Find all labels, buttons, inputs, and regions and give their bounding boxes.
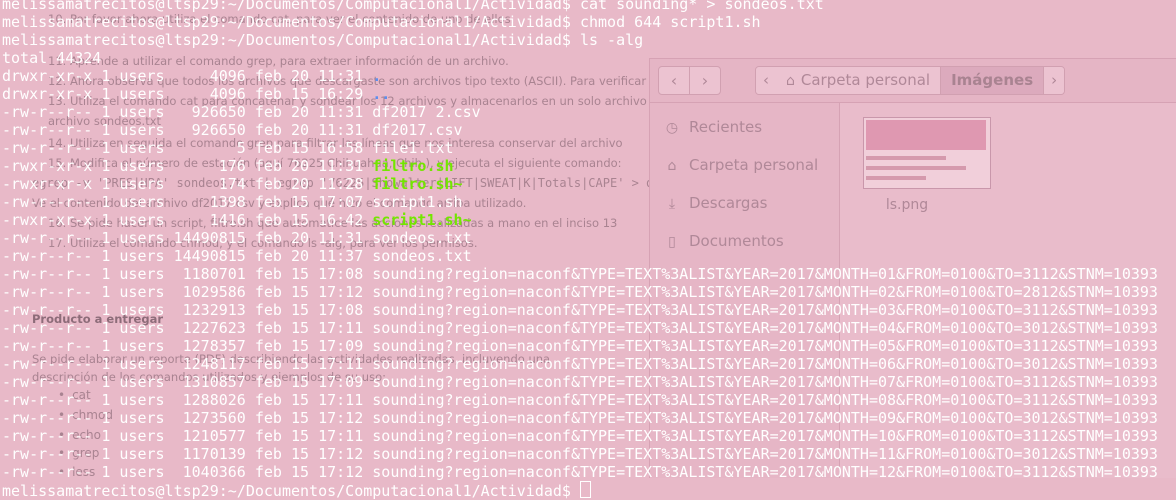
terminal-line: drwxr-xr-x 1 users 4096 feb 20 11:31 . [2,67,381,85]
terminal-line: melissamatrecitos@ltsp29:~/Documentos/Co… [2,0,824,13]
terminal-line-text: melissamatrecitos@ltsp29:~/Documentos/Co… [2,31,644,49]
terminal-line-text: -rw-r--r-- 1 users 1029586 feb 15 17:12 … [2,283,1158,301]
terminal-output[interactable]: melissamatrecitos@ltsp29:~/Documentos/Co… [0,0,1176,500]
terminal-line: melissamatrecitos@ltsp29:~/Documentos/Co… [2,31,643,49]
terminal-line-text: total 44324 [2,49,102,67]
terminal-line-text: -rw-r--r-- 1 users 1398 feb 15 17:07 scr… [2,193,463,211]
terminal-line: -rw-r--r-- 1 users 1227623 feb 15 17:11 … [2,319,1158,337]
executable-file-name: filtro.sh [372,157,454,175]
terminal-line-text: -rw-r--r-- 1 users 5 feb 15 16:58 file1.… [2,139,454,157]
terminal-line: -rw-r--r-- 1 users 1210577 feb 15 17:11 … [2,427,1158,445]
terminal-line-text: -rwxr-xr-x 1 users 174 feb 20 11:28 [2,175,373,193]
executable-file-name: filtro.sh~ [372,175,463,193]
terminal-line-text: -rw-r--r-- 1 users 1310857 feb 15 17:09 … [2,373,1158,391]
terminal-line: -rw-r--r-- 1 users 1029586 feb 15 17:12 … [2,283,1158,301]
terminal-line-text: melissamatrecitos@ltsp29:~/Documentos/Co… [2,13,761,31]
terminal-line-text: -rw-r--r-- 1 users 1227623 feb 15 17:11 … [2,319,1158,337]
terminal-line: -rwxr-xr-x 1 users 176 feb 20 11:31 filt… [2,157,454,175]
terminal-line-text: melissamatrecitos@ltsp29:~/Documentos/Co… [2,482,580,500]
terminal-line: -rw-r--r-- 1 users 14490815 feb 20 11:31… [2,229,472,247]
terminal-line: -rw-r--r-- 1 users 1310857 feb 15 17:09 … [2,373,1158,391]
terminal-line-text: -rwxr-xr-x 1 users 1416 feb 15 16:42 [2,211,373,229]
terminal-line: -rw-r--r-- 1 users 14490815 feb 20 11:37… [2,247,472,265]
terminal-line: drwxr-xr-x 1 users 4096 feb 15 16:29 .. [2,85,390,103]
terminal-line-text: -rw-r--r-- 1 users 14490815 feb 20 11:37… [2,247,472,265]
terminal-cursor [579,481,591,498]
terminal-line: -rw-r--r-- 1 users 1180701 feb 15 17:08 … [2,265,1158,283]
executable-file-name: script1.sh~ [372,211,472,229]
terminal-line-text: -rwxr-xr-x 1 users 176 feb 20 11:31 [2,157,373,175]
terminal-prompt-line: melissamatrecitos@ltsp29:~/Documentos/Co… [2,481,591,500]
terminal-line: total 44324 [2,49,101,67]
terminal-line-text: -rw-r--r-- 1 users 926650 feb 20 11:31 d… [2,121,463,139]
terminal-line: -rw-r--r-- 1 users 1273560 feb 15 17:12 … [2,409,1158,427]
terminal-line: -rwxr-xr-x 1 users 1416 feb 15 16:42 scr… [2,211,472,229]
terminal-line: -rwxr-xr-x 1 users 174 feb 20 11:28 filt… [2,175,463,193]
terminal-line: -rw-r--r-- 1 users 1248117 feb 15 17:11 … [2,355,1158,373]
terminal-line: -rw-r--r-- 1 users 926650 feb 20 11:31 d… [2,121,463,139]
terminal-line: -rw-r--r-- 1 users 1170139 feb 15 17:12 … [2,445,1158,463]
terminal-line: melissamatrecitos@ltsp29:~/Documentos/Co… [2,13,761,31]
terminal-line: -rw-r--r-- 1 users 1040366 feb 15 17:12 … [2,463,1158,481]
terminal-line-text: -rw-r--r-- 1 users 1248117 feb 15 17:11 … [2,355,1158,373]
terminal-line: -rw-r--r-- 1 users 926650 feb 20 11:31 d… [2,103,481,121]
directory-name: .. [372,85,391,103]
terminal-line-text: -rw-r--r-- 1 users 1180701 feb 15 17:08 … [2,265,1158,283]
terminal-line-text: -rw-r--r-- 1 users 926650 feb 20 11:31 d… [2,103,481,121]
terminal-line-text: -rw-r--r-- 1 users 1210577 feb 15 17:11 … [2,427,1158,445]
terminal-line: -rw-r--r-- 1 users 1398 feb 15 17:07 scr… [2,193,463,211]
terminal-line: -rw-r--r-- 1 users 1288026 feb 15 17:11 … [2,391,1158,409]
terminal-line-text: -rw-r--r-- 1 users 1288026 feb 15 17:11 … [2,391,1158,409]
terminal-line-text: -rw-r--r-- 1 users 14490815 feb 20 11:31… [2,229,472,247]
terminal-line-text: -rw-r--r-- 1 users 1278357 feb 15 17:09 … [2,337,1158,355]
terminal-line: -rw-r--r-- 1 users 1232913 feb 15 17:08 … [2,301,1158,319]
terminal-line-text: drwxr-xr-x 1 users 4096 feb 20 11:31 [2,67,373,85]
terminal-line-text: melissamatrecitos@ltsp29:~/Documentos/Co… [2,0,824,13]
terminal-line-text: -rw-r--r-- 1 users 1232913 feb 15 17:08 … [2,301,1158,319]
terminal-line: -rw-r--r-- 1 users 1278357 feb 15 17:09 … [2,337,1158,355]
directory-name: . [372,67,382,85]
terminal-line-text: -rw-r--r-- 1 users 1040366 feb 15 17:12 … [2,463,1158,481]
terminal-line-text: -rw-r--r-- 1 users 1170139 feb 15 17:12 … [2,445,1158,463]
terminal-line: -rw-r--r-- 1 users 5 feb 15 16:58 file1.… [2,139,454,157]
terminal-line-text: drwxr-xr-x 1 users 4096 feb 15 16:29 [2,85,373,103]
terminal-line-text: -rw-r--r-- 1 users 1273560 feb 15 17:12 … [2,409,1158,427]
